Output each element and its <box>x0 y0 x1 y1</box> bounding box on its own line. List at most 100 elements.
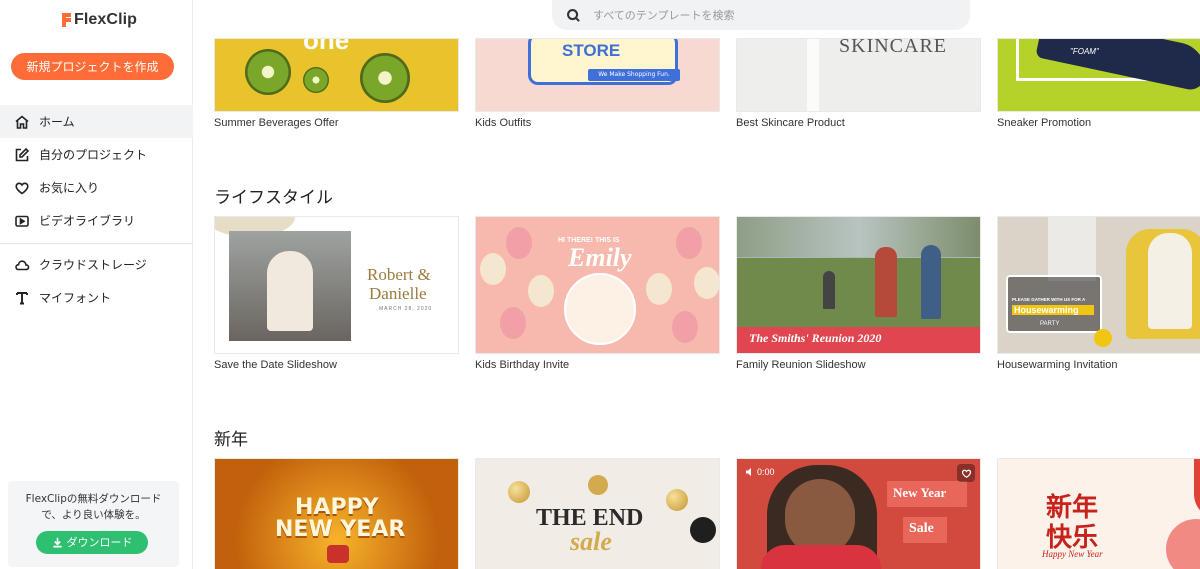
thumb-text: NEW YEAR <box>275 517 406 542</box>
template-card[interactable]: 新年 快乐 Happy New Year <box>997 458 1200 569</box>
lantern-graphic <box>1194 459 1200 519</box>
template-card[interactable]: New Year Sale 0:00 <box>736 458 981 569</box>
balloon-graphic <box>500 307 526 339</box>
template-caption: Kids Outfits <box>475 117 532 129</box>
thumb-text: The Smiths' Reunion 2020 <box>749 331 882 345</box>
template-search-bar[interactable] <box>552 0 970 30</box>
video-time: 0:00 <box>757 467 775 477</box>
video-icon <box>13 212 31 230</box>
template-thumbnail[interactable]: PLEASE GATHER WITH US FOR A Housewarming… <box>997 216 1200 354</box>
template-card[interactable]: one Summer Beverages Offer <box>214 38 459 129</box>
family-figure <box>823 271 835 309</box>
template-thumbnail[interactable]: HI THERE! THIS IS Emily <box>475 216 720 354</box>
thumb-text: one <box>303 38 350 55</box>
edit-icon <box>13 146 31 164</box>
template-row-new-year: HAPPY NEW YEAR THE END sale New Year Sal… <box>214 458 1200 569</box>
balloon-graphic <box>672 311 698 343</box>
template-card[interactable]: "FOAM" Sneaker Promotion <box>997 38 1200 129</box>
couple-figure <box>267 251 313 331</box>
template-card[interactable]: THE END sale <box>475 458 720 569</box>
mute-button[interactable]: 0:00 <box>745 467 775 477</box>
template-thumbnail[interactable]: "FOAM" <box>997 38 1200 112</box>
download-icon <box>52 537 62 548</box>
balloon-graphic <box>528 275 554 307</box>
template-thumbnail[interactable]: Robert & Danielle MARCH 28, 2020 <box>214 216 459 354</box>
sidebar-item-cloud-storage[interactable]: クラウドストレージ <box>0 248 193 281</box>
promo-text-line2: で、より良い体験を。 <box>41 509 146 521</box>
favorite-button[interactable] <box>957 464 975 482</box>
template-thumbnail[interactable]: STORE We Make Shopping Fun. <box>475 38 720 112</box>
template-thumbnail[interactable]: The Smiths' Reunion 2020 <box>736 216 981 354</box>
template-row-lifestyle: Robert & Danielle MARCH 28, 2020 Save th… <box>214 216 1200 371</box>
download-promo: FlexClipの無料ダウンロード で、より良い体験を。 ダウンロード <box>8 481 179 567</box>
brand-badge <box>588 475 608 495</box>
flower-graphic <box>1166 519 1200 569</box>
thumb-text: Sale <box>909 521 934 536</box>
template-thumbnail[interactable]: one <box>214 38 459 112</box>
sidebar-item-favorites[interactable]: お気に入り <box>0 171 193 204</box>
speaker-icon <box>746 468 751 476</box>
bell-graphic <box>327 545 349 563</box>
app-root: FlexClip 新規プロジェクトを作成 ホーム 自分のプロジェクト お気に入り… <box>0 0 1200 569</box>
template-thumbnail[interactable]: SKINCARE <box>736 38 981 112</box>
template-caption: Save the Date Slideshow <box>214 359 337 371</box>
smiley-icon <box>1094 329 1112 347</box>
sidebar-item-my-fonts[interactable]: マイフォント <box>0 281 193 314</box>
sidebar-item-home[interactable]: ホーム <box>0 105 193 138</box>
template-card[interactable]: SKINCARE Best Skincare Product <box>736 38 981 129</box>
section-title-new-year: 新年 <box>214 430 248 450</box>
home-icon <box>13 113 31 131</box>
template-card[interactable]: STORE We Make Shopping Fun. Kids Outfits <box>475 38 720 129</box>
template-caption: Best Skincare Product <box>736 117 845 129</box>
template-card[interactable]: The Smiths' Reunion 2020 Family Reunion … <box>736 216 981 371</box>
template-thumbnail[interactable]: 新年 快乐 Happy New Year <box>997 458 1200 569</box>
template-thumbnail[interactable]: HAPPY NEW YEAR <box>214 458 459 569</box>
family-figure <box>921 245 941 319</box>
template-caption: Summer Beverages Offer <box>214 117 339 129</box>
template-row-featured: one Summer Beverages Offer STORE We Make… <box>214 38 1200 129</box>
sidebar-divider <box>0 243 193 244</box>
template-gallery: one Summer Beverages Offer STORE We Make… <box>193 0 1200 569</box>
sidebar-nav: ホーム 自分のプロジェクト お気に入り ビデオライブラリ クラウドストレージ マ… <box>0 105 193 314</box>
template-card[interactable]: HI THERE! THIS IS Emily Kids Birthday In… <box>475 216 720 371</box>
sidebar-item-label: ホーム <box>39 115 75 129</box>
thumb-text: Housewarming <box>1012 305 1094 315</box>
thumb-text: New Year <box>893 485 947 500</box>
heart-icon <box>13 179 31 197</box>
template-card[interactable]: PLEASE GATHER WITH US FOR A Housewarming… <box>997 216 1200 371</box>
promo-text-line1: FlexClipの無料ダウンロード <box>25 493 162 505</box>
thumb-text: "FOAM" <box>1070 47 1099 56</box>
thumb-text: Danielle <box>369 284 427 303</box>
balloon-graphic <box>506 227 532 259</box>
template-thumbnail[interactable]: THE END sale <box>475 458 720 569</box>
sweater-graphic <box>761 545 881 569</box>
section-title-lifestyle: ライフスタイル <box>214 188 333 208</box>
face-graphic <box>785 479 855 555</box>
template-card[interactable]: HAPPY NEW YEAR <box>214 458 459 569</box>
thumb-text: PLEASE GATHER WITH US FOR A <box>1012 297 1086 302</box>
font-icon <box>13 289 31 307</box>
template-card[interactable]: Robert & Danielle MARCH 28, 2020 Save th… <box>214 216 459 371</box>
thumb-text: MARCH 28, 2020 <box>379 306 433 312</box>
download-button[interactable]: ダウンロード <box>36 531 148 554</box>
balloon-graphic <box>676 227 702 259</box>
family-figure <box>875 247 897 317</box>
sidebar-item-label: 自分のプロジェクト <box>39 148 148 162</box>
kiwi-graphic <box>303 67 329 93</box>
thumb-text: We Make Shopping Fun. <box>588 69 680 81</box>
balloon-graphic <box>694 267 719 299</box>
template-thumbnail[interactable]: New Year Sale 0:00 <box>736 458 981 569</box>
download-button-label: ダウンロード <box>66 535 133 549</box>
sidebar-item-my-projects[interactable]: 自分のプロジェクト <box>0 138 193 171</box>
cloud-icon <box>13 256 31 274</box>
sidebar-item-label: クラウドストレージ <box>39 258 147 272</box>
thumb-text: sale <box>570 527 612 556</box>
thumb-text: Robert & <box>367 265 431 284</box>
heart-icon <box>961 469 971 478</box>
search-input[interactable] <box>593 8 943 22</box>
new-project-button[interactable]: 新規プロジェクトを作成 <box>11 53 174 80</box>
template-caption: Housewarming Invitation <box>997 359 1118 371</box>
sidebar-item-video-library[interactable]: ビデオライブラリ <box>0 204 193 237</box>
shelf-graphic <box>1048 217 1096 281</box>
flexclip-logo[interactable]: FlexClip <box>62 9 137 31</box>
